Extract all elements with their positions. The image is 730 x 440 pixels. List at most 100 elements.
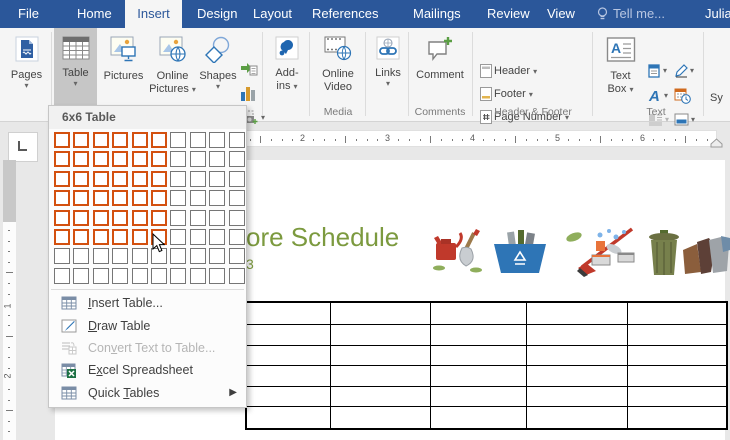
doc-table-cell[interactable] bbox=[431, 366, 527, 387]
header-button[interactable]: Header ▾ bbox=[480, 64, 537, 78]
tab-review[interactable]: Review bbox=[487, 0, 530, 28]
table-size-cell[interactable] bbox=[229, 248, 245, 264]
table-size-cell[interactable] bbox=[170, 268, 186, 284]
table-size-cell[interactable] bbox=[229, 151, 245, 167]
table-size-cell[interactable] bbox=[170, 248, 186, 264]
addins-button[interactable]: Add- ins ▾ bbox=[266, 30, 308, 118]
table-size-cell[interactable] bbox=[73, 248, 89, 264]
table-size-cell[interactable] bbox=[93, 190, 109, 206]
table-size-cell[interactable] bbox=[132, 132, 148, 148]
table-size-cell[interactable] bbox=[112, 229, 128, 245]
table-size-cell[interactable] bbox=[112, 171, 128, 187]
table-size-cell[interactable] bbox=[112, 268, 128, 284]
user-name[interactable]: Julia bbox=[705, 0, 730, 28]
table-size-cell[interactable] bbox=[93, 229, 109, 245]
table-size-cell[interactable] bbox=[73, 210, 89, 226]
table-size-cell[interactable] bbox=[54, 268, 70, 284]
tab-layout[interactable]: Layout bbox=[253, 0, 292, 28]
table-size-cell[interactable] bbox=[151, 171, 167, 187]
table-size-cell[interactable] bbox=[54, 132, 70, 148]
table-size-cell[interactable] bbox=[93, 151, 109, 167]
doc-table-cell[interactable] bbox=[431, 407, 527, 428]
table-size-cell[interactable] bbox=[209, 151, 225, 167]
doc-table-cell[interactable] bbox=[527, 325, 628, 346]
table-size-cell[interactable] bbox=[132, 210, 148, 226]
table-size-cell[interactable] bbox=[54, 151, 70, 167]
table-size-cell[interactable] bbox=[73, 190, 89, 206]
doc-table-cell[interactable] bbox=[431, 303, 527, 325]
doc-table-cell[interactable] bbox=[331, 387, 431, 408]
online-video-button[interactable]: Online Video bbox=[313, 30, 363, 118]
doc-table-cell[interactable] bbox=[247, 366, 331, 387]
date-time-button[interactable] bbox=[674, 88, 691, 104]
doc-table-cell[interactable] bbox=[527, 346, 628, 367]
wordart-button[interactable]: A ▾ bbox=[648, 88, 668, 103]
table-size-cell[interactable] bbox=[151, 132, 167, 148]
table-size-cell[interactable] bbox=[170, 210, 186, 226]
doc-table-cell[interactable] bbox=[431, 387, 527, 408]
doc-table-cell[interactable] bbox=[527, 303, 628, 325]
tab-stop-selector[interactable] bbox=[8, 132, 38, 162]
document-title[interactable]: ore Schedule bbox=[246, 222, 399, 253]
table-size-cell[interactable] bbox=[112, 248, 128, 264]
table-size-cell[interactable] bbox=[54, 210, 70, 226]
table-size-cell[interactable] bbox=[209, 268, 225, 284]
document-subtitle[interactable]: 3 bbox=[246, 256, 254, 272]
table-size-cell[interactable] bbox=[132, 190, 148, 206]
table-size-cell[interactable] bbox=[190, 132, 206, 148]
table-size-cell[interactable] bbox=[190, 151, 206, 167]
tab-view[interactable]: View bbox=[547, 0, 575, 28]
pages-button[interactable]: Pages ▾ bbox=[4, 30, 49, 118]
footer-button[interactable]: Footer ▾ bbox=[480, 87, 533, 101]
table-size-cell[interactable] bbox=[170, 171, 186, 187]
table-size-cell[interactable] bbox=[54, 190, 70, 206]
table-size-cell[interactable] bbox=[54, 171, 70, 187]
doc-table-cell[interactable] bbox=[331, 407, 431, 428]
table-size-cell[interactable] bbox=[229, 190, 245, 206]
table-size-cell[interactable] bbox=[132, 171, 148, 187]
table-size-cell[interactable] bbox=[209, 132, 225, 148]
doc-table-cell[interactable] bbox=[331, 325, 431, 346]
doc-table-cell[interactable] bbox=[247, 407, 331, 428]
table-size-cell[interactable] bbox=[132, 229, 148, 245]
table-size-cell[interactable] bbox=[170, 229, 186, 245]
table-size-cell[interactable] bbox=[190, 248, 206, 264]
menu-item-excel-spreadsheet[interactable]: Excel Spreadsheet bbox=[49, 359, 246, 381]
menu-item-insert-table[interactable]: Insert Table... bbox=[49, 292, 246, 314]
quick-parts-button[interactable]: ▾ bbox=[648, 64, 667, 78]
doc-table-cell[interactable] bbox=[628, 407, 726, 428]
table-size-cell[interactable] bbox=[151, 210, 167, 226]
table-size-cell[interactable] bbox=[151, 151, 167, 167]
table-size-cell[interactable] bbox=[209, 171, 225, 187]
table-size-cell[interactable] bbox=[132, 268, 148, 284]
smartart-button[interactable] bbox=[240, 62, 258, 77]
table-size-cell[interactable] bbox=[151, 190, 167, 206]
table-size-cell[interactable] bbox=[229, 268, 245, 284]
table-size-cell[interactable] bbox=[93, 132, 109, 148]
table-size-cell[interactable] bbox=[229, 132, 245, 148]
links-button[interactable]: Links ▾ bbox=[369, 30, 407, 118]
table-size-cell[interactable] bbox=[190, 171, 206, 187]
table-size-cell[interactable] bbox=[209, 229, 225, 245]
table-size-cell[interactable] bbox=[190, 210, 206, 226]
doc-table-cell[interactable] bbox=[431, 325, 527, 346]
doc-table-cell[interactable] bbox=[247, 346, 331, 367]
tell-me-box[interactable]: Tell me... bbox=[597, 0, 665, 28]
doc-table-cell[interactable] bbox=[247, 387, 331, 408]
doc-table-cell[interactable] bbox=[628, 303, 726, 325]
doc-table-cell[interactable] bbox=[247, 325, 331, 346]
doc-table-cell[interactable] bbox=[331, 346, 431, 367]
table-size-cell[interactable] bbox=[209, 248, 225, 264]
table-size-cell[interactable] bbox=[132, 151, 148, 167]
doc-table-cell[interactable] bbox=[527, 387, 628, 408]
comment-button[interactable]: Comment bbox=[411, 30, 469, 118]
doc-table-cell[interactable] bbox=[628, 346, 726, 367]
table-size-cell[interactable] bbox=[229, 171, 245, 187]
table-size-cell[interactable] bbox=[93, 268, 109, 284]
table-size-cell[interactable] bbox=[112, 132, 128, 148]
table-size-cell[interactable] bbox=[112, 151, 128, 167]
table-size-cell[interactable] bbox=[170, 190, 186, 206]
tab-design[interactable]: Design bbox=[197, 0, 237, 28]
doc-table-cell[interactable] bbox=[247, 303, 331, 325]
table-size-cell[interactable] bbox=[54, 248, 70, 264]
